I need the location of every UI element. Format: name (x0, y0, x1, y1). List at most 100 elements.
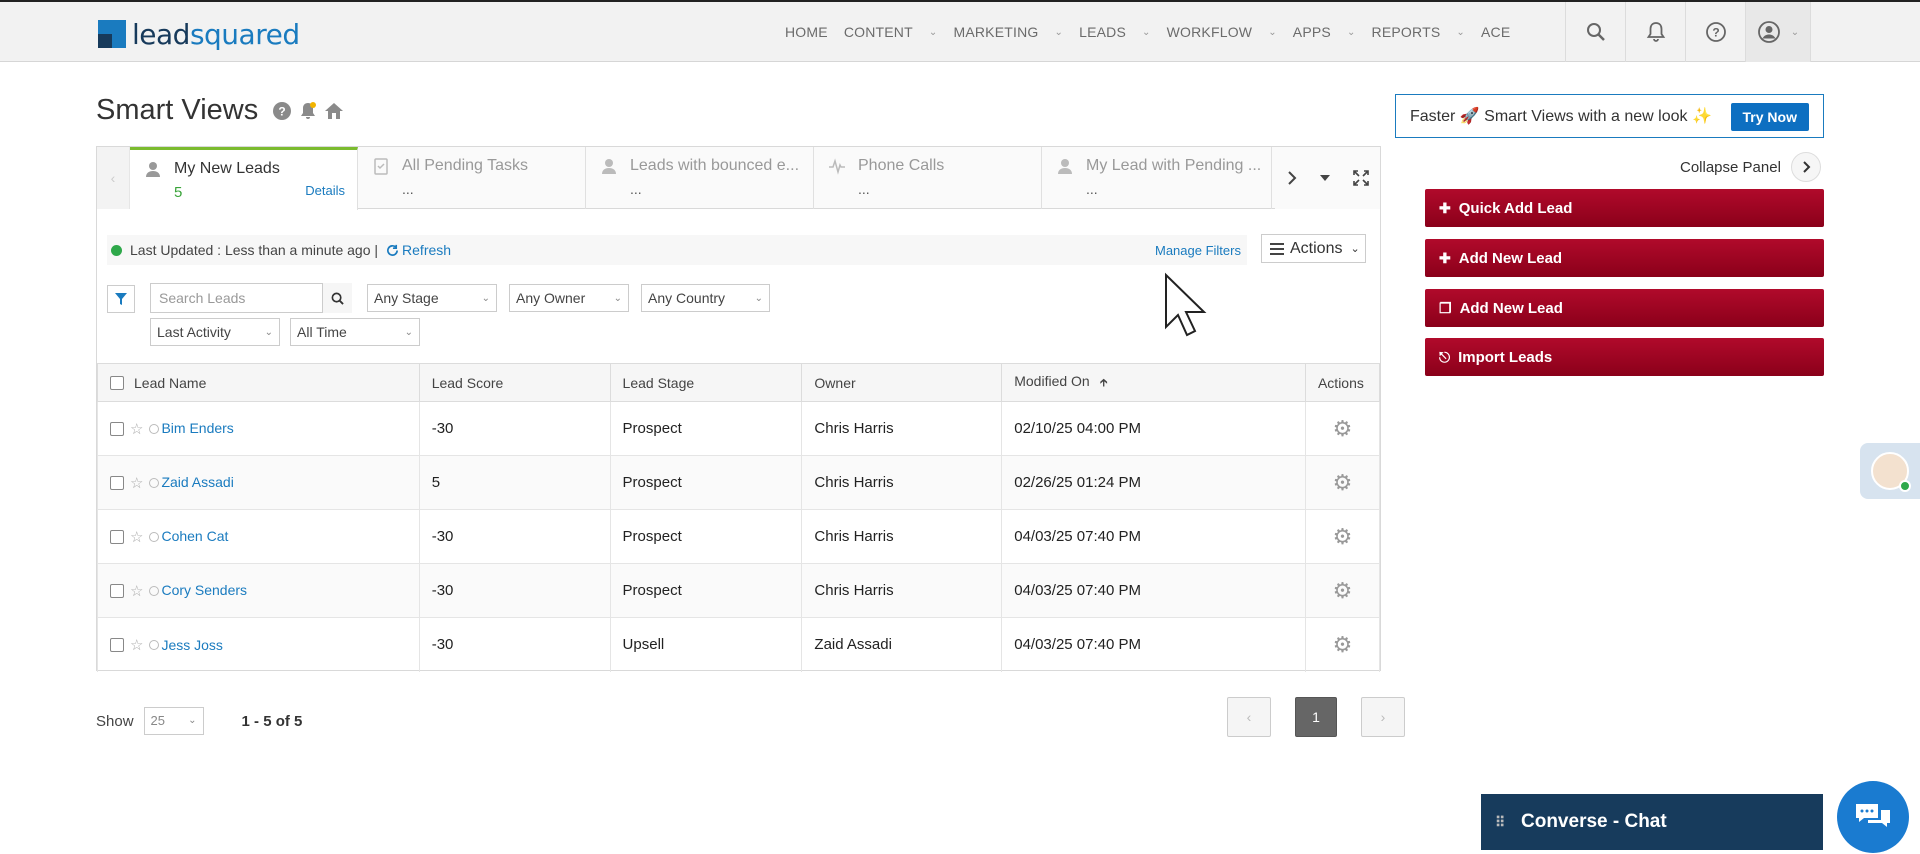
activity-filter-select[interactable]: Last Activity ⌄ (150, 318, 280, 346)
lead-name-link[interactable]: Jess Joss (161, 637, 222, 653)
assistant-avatar-tab[interactable] (1860, 443, 1920, 499)
nav-leads[interactable]: LEADS ⌄ (1079, 24, 1151, 40)
page-title-text: Smart Views (96, 94, 259, 126)
row-checkbox[interactable] (110, 637, 124, 652)
star-icon[interactable]: ☆ (130, 636, 143, 654)
user-profile-icon[interactable]: ⌄ (1745, 2, 1811, 62)
chevron-down-icon: ⌄ (264, 327, 273, 338)
star-icon[interactable]: ☆ (130, 528, 143, 546)
page-size-select[interactable]: 25 ⌄ (143, 707, 204, 735)
svg-text:?: ? (279, 104, 286, 118)
lead-name-link[interactable]: Zaid Assadi (161, 475, 233, 491)
plus-icon: ✚ (1439, 199, 1451, 216)
column-header-lead-stage[interactable]: Lead Stage (609, 363, 803, 402)
tab-count: ... (402, 181, 414, 197)
bell-icon[interactable] (298, 101, 318, 121)
actions-dropdown[interactable]: Actions ⌄ (1261, 234, 1366, 263)
collapse-panel[interactable]: Collapse Panel (1680, 152, 1821, 182)
nav-reports[interactable]: REPORTS ⌄ (1372, 24, 1465, 40)
add-new-lead-button[interactable]: ✚ Add New Lead (1425, 239, 1824, 277)
table-row: ☆ Cohen Cat -30 Prospect Chris Harris 04/… (97, 509, 1381, 564)
chevron-down-icon: ⌄ (404, 327, 413, 338)
nav-ace[interactable]: ACE (1481, 24, 1510, 40)
lead-score-cell: -30 (418, 509, 611, 564)
column-header-lead-name[interactable]: Lead Name (97, 363, 420, 402)
page-size-control: Show 25 ⌄ 1 - 5 of 5 (96, 707, 302, 735)
help-icon[interactable]: ? (1685, 2, 1745, 62)
home-icon[interactable] (324, 101, 344, 121)
tab-my-new-leads[interactable]: My New Leads 5 Details (130, 147, 358, 210)
row-checkbox[interactable] (110, 529, 124, 544)
page-number-button[interactable]: 1 (1295, 697, 1337, 737)
pulse-icon (829, 158, 845, 175)
lead-score-cell: -30 (418, 617, 611, 672)
row-checkbox[interactable] (110, 421, 124, 436)
next-page-button[interactable]: › (1361, 697, 1405, 737)
lead-name-cell: ☆ Jess Joss (97, 617, 420, 672)
gear-icon[interactable]: ⚙ (1333, 416, 1353, 441)
chevron-down-icon: ⌄ (1350, 243, 1360, 255)
converse-chat-bar[interactable]: ⠿ Converse - Chat (1481, 794, 1823, 850)
tab-scroll-left[interactable]: ‹ (97, 147, 130, 209)
owner-filter-select[interactable]: Any Owner ⌄ (509, 284, 629, 312)
refresh-link[interactable]: Refresh (386, 242, 451, 258)
manage-filters-link[interactable]: Manage Filters (1155, 243, 1241, 258)
row-checkbox[interactable] (110, 475, 124, 490)
star-icon[interactable]: ☆ (130, 420, 143, 438)
star-icon[interactable]: ☆ (130, 474, 143, 492)
search-button[interactable] (322, 283, 352, 313)
header-icons: ? ⌄ (1565, 2, 1811, 62)
column-header-lead-score[interactable]: Lead Score (418, 363, 611, 402)
tab-label: My New Leads (174, 160, 280, 177)
smart-view-tabs: ‹ My New Leads 5 Details All Pending Tas… (97, 147, 1380, 210)
stage-filter-select[interactable]: Any Stage ⌄ (367, 284, 497, 312)
nav-apps[interactable]: APPS ⌄ (1293, 24, 1356, 40)
gear-icon[interactable]: ⚙ (1333, 632, 1353, 657)
gear-icon[interactable]: ⚙ (1333, 578, 1353, 603)
nav-content[interactable]: CONTENT ⌄ (844, 24, 938, 40)
lead-name-link[interactable]: Cory Senders (161, 583, 247, 599)
expand-icon[interactable] (1353, 170, 1369, 186)
star-icon[interactable]: ☆ (130, 582, 143, 600)
lead-score-cell: -30 (418, 401, 611, 456)
import-leads-button[interactable]: ⎋ Import Leads (1425, 338, 1824, 376)
chevron-right-icon[interactable] (1286, 171, 1298, 185)
row-actions-cell: ⚙ (1304, 509, 1381, 564)
notification-bell-icon[interactable] (1625, 2, 1685, 62)
status-bar: Last Updated : Less than a minute ago | … (107, 235, 1247, 265)
select-all-checkbox[interactable] (110, 376, 124, 391)
column-header-owner[interactable]: Owner (801, 363, 1003, 402)
table-header-row: Lead Name Lead Score Lead Stage Owner Mo… (97, 363, 1381, 402)
main-nav: HOME CONTENT ⌄ MARKETING ⌄ LEADS ⌄ WORKFLOW… (785, 2, 1526, 62)
quick-add-lead-button[interactable]: ✚ Quick Add Lead (1425, 189, 1824, 227)
tab-all-pending-tasks[interactable]: All Pending Tasks ... (358, 147, 586, 209)
gear-icon[interactable]: ⚙ (1333, 524, 1353, 549)
help-icon[interactable]: ? (272, 101, 292, 121)
row-checkbox[interactable] (110, 583, 124, 598)
add-new-lead-copy-button[interactable]: ❐ Add New Lead (1425, 289, 1824, 327)
drag-handle-icon[interactable]: ⠿ (1495, 814, 1505, 831)
logo-mark-icon (98, 19, 128, 50)
try-now-button[interactable]: Try Now (1730, 103, 1809, 131)
previous-page-button[interactable]: ‹ (1227, 697, 1271, 737)
lead-name-link[interactable]: Cohen Cat (161, 529, 228, 545)
gear-icon[interactable]: ⚙ (1333, 470, 1353, 495)
time-filter-select[interactable]: All Time ⌄ (290, 318, 420, 346)
nav-marketing[interactable]: MARKETING ⌄ (953, 24, 1063, 40)
filter-button[interactable] (107, 285, 135, 313)
tab-phone-calls[interactable]: Phone Calls ... (814, 147, 1042, 209)
chevron-right-icon[interactable] (1790, 152, 1821, 182)
caret-down-icon[interactable] (1319, 174, 1331, 182)
search-icon[interactable] (1565, 2, 1625, 62)
tab-my-lead-pending[interactable]: My Lead with Pending ... ... (1042, 147, 1272, 209)
nav-home[interactable]: HOME (785, 24, 828, 40)
leadsquared-logo[interactable]: leadsquared (98, 18, 300, 51)
nav-workflow[interactable]: WORKFLOW ⌄ (1167, 24, 1277, 40)
tab-details-link[interactable]: Details (305, 183, 345, 198)
country-filter-select[interactable]: Any Country ⌄ (641, 284, 770, 312)
lead-name-link[interactable]: Bim Enders (161, 421, 233, 437)
tab-leads-bounced-email[interactable]: Leads with bounced e... ... (586, 147, 814, 209)
modified-on-cell: 04/03/25 07:40 PM (1001, 509, 1306, 564)
chat-bubble-button[interactable] (1837, 781, 1909, 853)
column-header-modified-on[interactable]: Modified On 🡱 (1001, 363, 1306, 402)
